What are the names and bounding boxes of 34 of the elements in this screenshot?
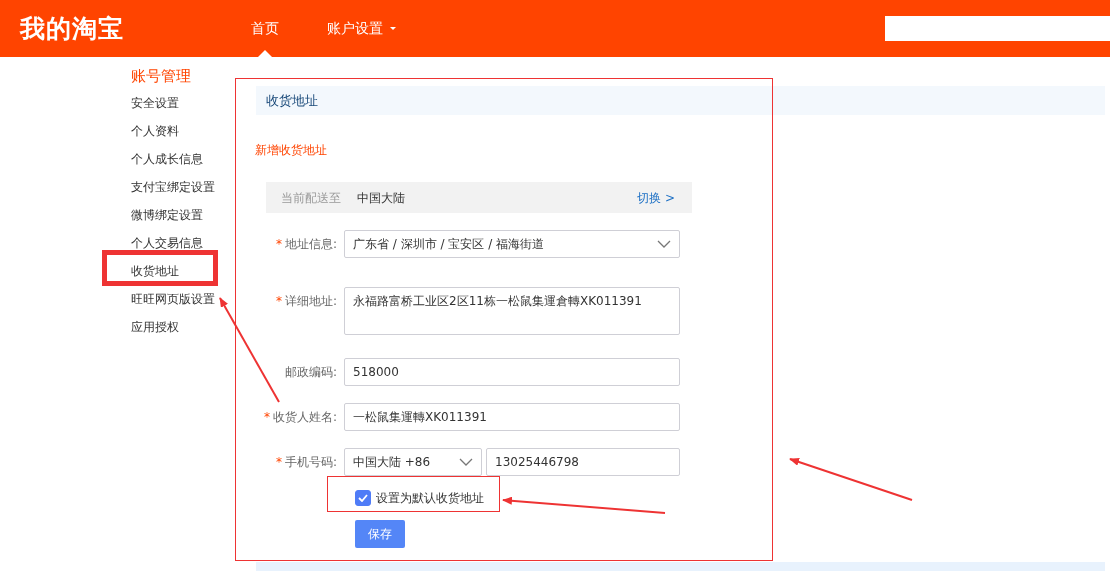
phone-field[interactable]: 13025446798 [486,448,680,476]
sidebar-item[interactable]: 个人交易信息 [131,229,256,257]
input-field[interactable]: 一松鼠集運轉XK011391 [344,403,680,431]
delivery-region: 中国大陆 [357,189,405,207]
field-label: * 收货人姓名: [262,409,338,426]
field-label: * 地址信息: [274,236,338,253]
panel-title: 收货地址 [256,86,1105,115]
field-label: 邮政编码: [283,364,338,381]
chevron-down-icon [459,458,473,466]
delivery-label: 当前配送至 [281,189,342,207]
sidebar-item[interactable]: 微博绑定设置 [131,201,256,229]
caret-icon [389,26,397,31]
country-code-select[interactable]: 中国大陆 +86 [344,448,482,476]
address-select[interactable]: 广东省 / 深圳市 / 宝安区 / 福海街道 [344,230,680,258]
checkbox-label: 设置为默认收货地址 [376,490,484,507]
logo: 我的淘宝 [18,12,125,45]
sidebar-item[interactable]: 安全设置 [131,89,256,117]
sidebar-title: 账号管理 [131,66,192,87]
sidebar-item[interactable]: 应用授权 [131,313,256,341]
add-address-link[interactable]: 新增收货地址 [255,141,327,159]
sidebar-item[interactable]: 个人资料 [131,117,256,145]
checkbox[interactable] [355,490,371,506]
sidebar-item[interactable]: 收货地址 [131,257,256,285]
field-label: * 详细地址: [274,293,338,310]
check-icon [358,494,368,502]
sidebar-item[interactable]: 旺旺网页版设置 [131,285,256,313]
sidebar-item[interactable]: 个人成长信息 [131,145,256,173]
search-field[interactable] [885,16,1110,41]
address-textarea[interactable]: 永福路富桥工业区2区11栋一松鼠集運倉轉XK011391 [344,287,680,335]
chevron-down-icon [657,240,671,248]
input-field[interactable]: 518000 [344,358,680,386]
sidebar-item[interactable]: 支付宝绑定设置 [131,173,256,201]
field-label: * 手机号码: [274,454,338,471]
switch-link[interactable]: 切换 > [637,188,675,207]
